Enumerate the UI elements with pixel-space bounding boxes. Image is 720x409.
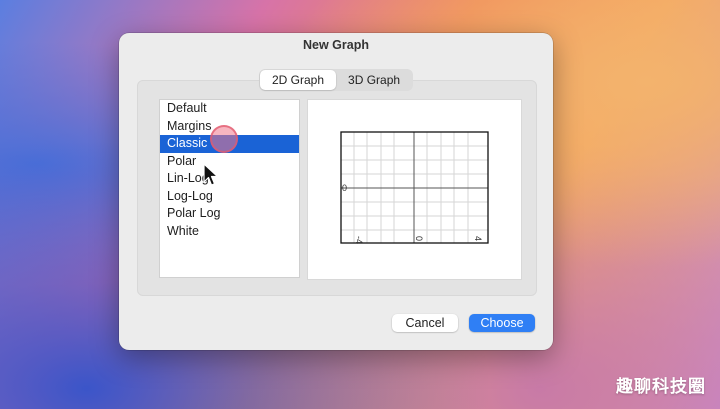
tab-2d-graph[interactable]: 2D Graph: [260, 70, 337, 90]
graph-preview: 0 -4 0 4: [307, 99, 522, 280]
preview-x-tick-label: 4: [473, 236, 483, 241]
list-item-polar[interactable]: Polar: [160, 153, 299, 171]
click-indicator: [210, 125, 238, 153]
tab-3d-graph[interactable]: 3D Graph: [336, 70, 412, 90]
list-item-white[interactable]: White: [160, 223, 299, 241]
preview-x-tick-label: 0: [414, 236, 424, 241]
graph-type-tabs: 2D Graph 3D Graph: [259, 69, 414, 91]
list-item-lin-log[interactable]: Lin-Log: [160, 170, 299, 188]
preview-x-tick-label: -4: [354, 236, 364, 244]
list-item-log-log[interactable]: Log-Log: [160, 188, 299, 206]
list-item-default[interactable]: Default: [160, 100, 299, 118]
list-item-polar-log[interactable]: Polar Log: [160, 205, 299, 223]
preview-y-tick-label: 0: [342, 183, 347, 193]
choose-button[interactable]: Choose: [469, 314, 535, 332]
cancel-button[interactable]: Cancel: [392, 314, 458, 332]
mouse-pointer-icon: [203, 163, 219, 186]
dialog-title: New Graph: [303, 38, 369, 52]
preview-graph-svg: 0 -4 0 4: [340, 131, 489, 244]
watermark-text: 趣聊科技圈: [616, 377, 706, 397]
new-graph-dialog: New Graph 2D Graph 3D Graph Default Marg…: [119, 33, 553, 350]
